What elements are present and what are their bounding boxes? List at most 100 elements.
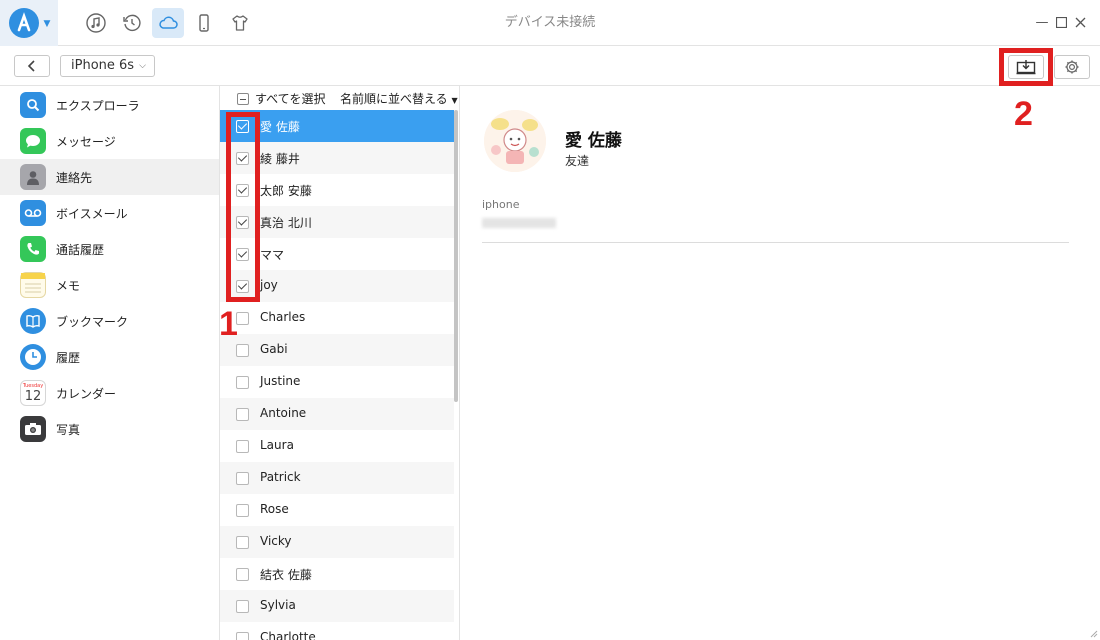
device-name: iPhone 6s [71,58,135,73]
sidebar-item-calendar[interactable]: Tuesday 12 カレンダー [0,375,219,411]
app-logo[interactable]: ▼ [0,0,58,46]
contact-row[interactable]: 結衣 佐藤 [220,558,454,590]
close-icon[interactable] [1072,14,1088,30]
contact-row-name: Gabi [260,342,288,356]
contact-row-name: 太郎 安藤 [260,184,312,198]
sidebar-item-label: ブックマーク [56,314,129,329]
contact-row[interactable]: Laura [220,430,454,462]
sidebar: エクスプローラ メッセージ 連絡先 ボイスメール 通話履歴 メモ ブックマーク … [0,86,220,640]
contact-row[interactable]: Sylvia [220,590,454,622]
contact-row-name: Antoine [260,406,307,420]
select-all-checkbox[interactable] [237,93,249,105]
sidebar-item-label: 連絡先 [56,170,93,185]
phone-icon[interactable] [188,8,220,38]
sort-label: 名前順に並べ替える [340,92,448,106]
window-title: デバイス未接続 [504,15,596,30]
list-scrollbar[interactable] [454,110,458,402]
calendar-icon: Tuesday 12 [20,380,46,406]
contact-row-name: Laura [260,438,294,452]
contact-name: 愛 佐藤 [565,131,622,151]
contact-row-name: Vicky [260,534,292,548]
contact-row[interactable]: Gabi [220,334,454,366]
contact-checkbox[interactable] [236,376,249,389]
camera-icon [20,416,46,442]
contact-row[interactable]: Charlotte [220,622,454,640]
contact-checkbox[interactable] [236,504,249,517]
contact-checkbox[interactable] [236,600,249,613]
phone-call-icon [20,236,46,262]
phone-field-value-redacted [482,218,556,228]
sidebar-item-label: メモ [56,278,81,293]
contact-row-name: 綾 藤井 [260,152,300,166]
annotation-label-1: 1 [219,305,238,343]
maximize-icon[interactable] [1053,14,1069,30]
sidebar-item-call-history[interactable]: 通話履歴 [0,231,219,267]
app-window: ▼ デバイス未接続 — iPhone 6s ⌵ エクスプローラ メッセージ 連絡… [0,0,1100,640]
sidebar-item-label: ボイスメール [56,206,128,221]
chevron-left-icon [27,60,35,72]
sidebar-item-label: 写真 [56,422,81,437]
contact-checkbox[interactable] [236,312,249,325]
contact-checkbox[interactable] [236,568,249,581]
avatar [484,110,546,172]
contact-row-name: joy [260,278,278,292]
sidebar-item-contacts[interactable]: 連絡先 [0,159,219,195]
sidebar-item-label: 履歴 [56,350,81,365]
annotation-label-2: 2 [1014,95,1033,133]
cloud-icon[interactable] [152,8,184,38]
bookmark-icon [20,308,46,334]
restore-icon[interactable] [116,8,148,38]
contact-row-name: 真治 北川 [260,216,312,230]
contact-row-name: Justine [260,374,301,388]
contact-row[interactable]: Charles [220,302,454,334]
sidebar-item-notes[interactable]: メモ [0,267,219,303]
logo-icon [9,8,39,38]
contact-row[interactable]: Rose [220,494,454,526]
settings-button[interactable] [1054,55,1090,79]
contact-row-name: Patrick [260,470,301,484]
notes-icon [20,272,46,298]
shirt-icon[interactable] [224,8,256,38]
contact-row[interactable]: Justine [220,366,454,398]
resize-grip-icon[interactable] [1088,628,1098,638]
contact-row-name: Sylvia [260,598,296,612]
sidebar-item-voicemail[interactable]: ボイスメール [0,195,219,231]
contact-detail: 愛 佐藤 友達 iphone [461,86,1100,640]
annotation-box-2 [999,48,1053,86]
list-header: すべてを選択 名前順に並べ替える ▼ [220,86,459,110]
contact-checkbox[interactable] [236,408,249,421]
contact-checkbox[interactable] [236,632,249,640]
message-icon [20,128,46,154]
sidebar-item-messages[interactable]: メッセージ [0,123,219,159]
sidebar-item-explorer[interactable]: エクスプローラ [0,87,219,123]
select-all-label[interactable]: すべてを選択 [255,90,325,107]
contact-row-name: ママ [260,248,285,262]
contact-checkbox[interactable] [236,440,249,453]
sort-dropdown[interactable]: 名前順に並べ替える ▼ [340,90,458,107]
music-icon[interactable] [80,8,112,38]
contacts-icon [20,164,46,190]
contact-row[interactable]: Antoine [220,398,454,430]
minimize-icon[interactable]: — [1034,14,1050,30]
contact-row-name: Charlotte [260,630,316,640]
calendar-date: 12 [24,388,42,404]
device-selector[interactable]: iPhone 6s ⌵ [60,55,155,77]
contact-row-name: Rose [260,502,289,516]
sidebar-item-history[interactable]: 履歴 [0,339,219,375]
back-button[interactable] [14,55,50,77]
sidebar-item-label: エクスプローラ [56,98,140,113]
sidebar-item-photos[interactable]: 写真 [0,411,219,447]
annotation-box-1 [226,112,260,302]
caret-down-icon: ▼ [451,96,458,105]
sidebar-item-bookmarks[interactable]: ブックマーク [0,303,219,339]
contact-checkbox[interactable] [236,344,249,357]
contact-row[interactable]: Patrick [220,462,454,494]
contact-checkbox[interactable] [236,536,249,549]
chevron-down-icon: ⌵ [139,61,146,71]
toolbar: iPhone 6s ⌵ [0,46,1100,86]
contact-checkbox[interactable] [236,472,249,485]
voicemail-icon [20,200,46,226]
contact-row[interactable]: Vicky [220,526,454,558]
title-bar: ▼ デバイス未接続 — [0,0,1100,46]
search-icon [20,92,46,118]
